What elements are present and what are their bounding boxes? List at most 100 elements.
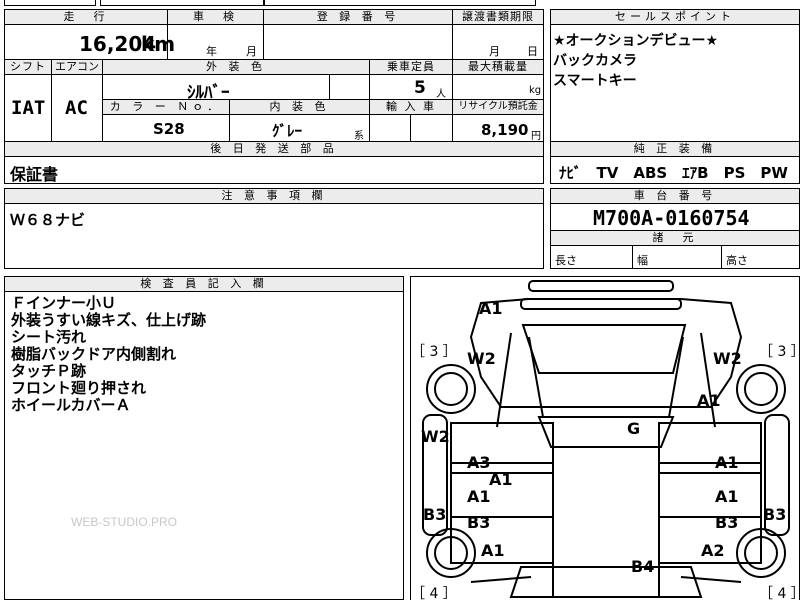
damage-mark: A1	[467, 487, 491, 506]
inspector-line: シート汚れ	[11, 328, 87, 346]
recycle-cell: 8,190 円	[452, 114, 544, 142]
damage-mark: A1	[697, 391, 721, 410]
shift-value: IAT	[11, 97, 46, 119]
inspector-line: ホイールカバーＡ	[11, 396, 131, 414]
damage-mark: A3	[467, 453, 491, 472]
damage-mark: A1	[715, 487, 739, 506]
exterior-color-cell: ｼﾙﾊﾞｰ	[102, 74, 330, 103]
damage-mark: B3	[423, 505, 447, 524]
recycle-header: リサイクル預託金	[452, 99, 544, 115]
bracket-label: ［ 3 ］	[411, 344, 457, 360]
import-cell-2	[410, 114, 453, 142]
chassis-cell: M700A-0160754	[550, 203, 800, 231]
bracket-label: ［ 4 ］	[759, 586, 800, 602]
equipment-header: 純 正 装 備	[550, 141, 800, 157]
inspector-box: Ｆインナー小Ｕ 外装うすい線キズ、仕上げ跡 シート汚れ 樹脂バックドア内側割れ …	[4, 291, 404, 600]
inspection-header: 車 検	[167, 9, 264, 25]
inspection-cell: 年 月	[167, 24, 264, 60]
sales-points-header: セールスポイント	[550, 9, 800, 25]
damage-mark: B4	[631, 557, 655, 576]
inspector-line: フロント廻り押され	[11, 379, 147, 397]
sales-point-item: ★オークションデビュー★	[553, 33, 719, 49]
width-label: 幅	[637, 254, 648, 267]
notes-header: 注 意 事 項 欄	[4, 188, 544, 204]
dims-header: 諸 元	[550, 230, 800, 246]
color-no-cell: S28	[102, 114, 230, 142]
later-parts-header: 後 日 発 送 部 品	[4, 141, 544, 157]
car-diagram: A1 W2 W2 A1 G W2 A3 A1 A1 A1 A1 A1 A2 B4…	[410, 276, 800, 602]
mileage-header: 走 行	[4, 9, 168, 25]
damage-mark: W2	[713, 349, 742, 368]
notes-value: Ｗ６８ナビ	[10, 211, 86, 229]
later-parts-value: 保証書	[10, 165, 59, 184]
width-cell: 幅	[632, 245, 722, 269]
sales-point-item: スマートキー	[553, 73, 637, 89]
equipment-value: ﾅﾋﾞ TV ABS ｴｱB PS PW	[559, 164, 788, 182]
color-no-value: S28	[153, 120, 185, 138]
chassis-header: 車 台 番 号	[550, 188, 800, 204]
registration-cell	[263, 24, 453, 60]
equipment-cell: ﾅﾋﾞ TV ABS ｴｱB PS PW	[550, 156, 800, 184]
import-header: 輸 入 車	[369, 99, 453, 115]
max-load-header: 最大積載量	[452, 59, 544, 75]
damage-mark: A2	[701, 541, 725, 560]
deadline-cell: 月 日	[452, 24, 544, 60]
height-label: 高さ	[726, 254, 748, 267]
aircon-cell: AC	[51, 74, 103, 142]
max-load-unit: kg	[529, 85, 542, 96]
damage-mark: A1	[479, 299, 503, 318]
later-parts-cell: 保証書	[4, 156, 544, 184]
capacity-unit: 人	[436, 89, 446, 100]
damage-mark: B3	[715, 513, 739, 532]
shift-header: シフト	[4, 59, 52, 75]
max-load-cell: kg	[452, 74, 544, 100]
damage-mark: W2	[467, 349, 496, 368]
car-outline	[422, 280, 790, 598]
exterior-color-header: 外 装 色	[102, 59, 370, 75]
inspector-header: 検 査 員 記 入 欄	[4, 276, 404, 292]
capacity-cell: 5 人	[369, 74, 453, 100]
inspector-line: タッチＰ跡	[11, 362, 87, 380]
bracket-label: ［ 3 ］	[759, 344, 800, 360]
interior-suffix: 系	[354, 131, 364, 142]
watermark: WEB-STUDIO.PRO	[71, 515, 178, 529]
height-cell: 高さ	[721, 245, 800, 269]
interior-color-header: 内 装 色	[229, 99, 370, 115]
mileage-cell: 16,204 km	[4, 24, 175, 60]
bracket-label: ［ 4 ］	[411, 586, 457, 602]
inspector-line: Ｆインナー小Ｕ	[11, 294, 117, 312]
aircon-header: エアコン	[51, 59, 103, 75]
interior-color-value: ｸﾞﾚｰ	[272, 122, 303, 140]
sales-point-item: バックカメラ	[553, 53, 637, 69]
registration-header: 登 録 番 号	[263, 9, 453, 25]
deadline-month: 月	[489, 45, 500, 58]
transfer-deadline-header: 譲渡書類期限	[452, 9, 544, 25]
capacity-header: 乗車定員	[369, 59, 453, 75]
interior-color-cell: ｸﾞﾚｰ 系	[229, 114, 370, 142]
damage-mark: A1	[489, 470, 513, 489]
recycle-unit: 円	[531, 131, 541, 142]
inspector-line: 外装うすい線キズ、仕上げ跡	[11, 311, 207, 329]
damage-mark: B3	[763, 505, 787, 524]
damage-mark: W2	[421, 427, 450, 446]
damage-mark: A1	[715, 453, 739, 472]
capacity-value: 5	[414, 78, 426, 98]
inspector-line: 樹脂バックドア内側割れ	[11, 345, 177, 363]
chassis-value: M700A-0160754	[593, 206, 750, 230]
color-no-header: カ ラ ー Ｎｏ．	[102, 99, 230, 115]
inspection-year: 年	[206, 45, 217, 58]
length-label: 長さ	[555, 254, 577, 267]
inspection-month: 月	[246, 45, 257, 58]
recycle-value: 8,190	[481, 121, 529, 139]
length-cell: 長さ	[550, 245, 633, 269]
damage-mark: G	[627, 419, 641, 438]
sales-points-box: ★オークションデビュー★ バックカメラ スマートキー	[550, 24, 800, 142]
shift-cell: IAT	[4, 74, 52, 142]
deadline-day: 日	[527, 45, 538, 58]
exterior-color-sub-cell	[329, 74, 370, 100]
aircon-value: AC	[65, 97, 88, 119]
import-cell	[369, 114, 411, 142]
notes-cell: Ｗ６８ナビ	[4, 203, 544, 269]
damage-mark: B3	[467, 513, 491, 532]
damage-mark: A1	[481, 541, 505, 560]
